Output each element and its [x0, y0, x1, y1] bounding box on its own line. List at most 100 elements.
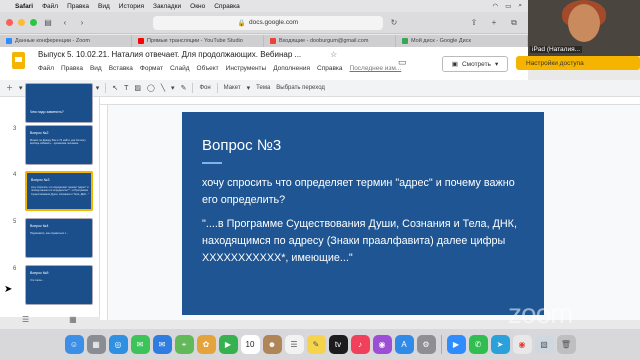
menu-view[interactable]: Вид — [98, 3, 110, 10]
photos-icon[interactable]: ✿ — [196, 335, 216, 354]
filmstrip-row[interactable]: 3 Вопрос №2 Можно ли Дэвиду Бок и 72 най… — [0, 125, 100, 169]
docs-menu-slide[interactable]: Слайд — [170, 65, 190, 72]
launchpad-icon[interactable]: ▦ — [86, 335, 106, 354]
select-cursor-icon[interactable]: ↖ — [112, 84, 118, 92]
wifi-icon[interactable]: ◠ — [493, 2, 499, 10]
tab-gmail[interactable]: Входящие - dooburgum@gmail.com — [264, 35, 396, 47]
shape-icon[interactable]: ◯ — [147, 84, 155, 92]
slides-logo-icon[interactable] — [12, 52, 25, 69]
reminders-icon[interactable]: ☰ — [284, 335, 304, 354]
music-icon[interactable]: ♪ — [350, 335, 370, 354]
tab-label: Входящие - dooburgum@gmail.com — [279, 38, 369, 44]
docs-menu-format[interactable]: Формат — [140, 65, 163, 72]
whatsapp-icon[interactable]: ✆ — [468, 335, 488, 354]
chevron-down-icon[interactable]: ▾ — [247, 84, 251, 92]
share-button[interactable]: Настройки доступа — [516, 56, 640, 70]
docs-menu-tools[interactable]: Инструменты — [226, 65, 267, 72]
battery-icon[interactable]: ▭ — [505, 2, 511, 10]
minimize-window-button[interactable] — [18, 19, 25, 26]
docs-menu-file[interactable]: Файл — [38, 65, 54, 72]
back-icon[interactable]: ‹ — [59, 18, 71, 27]
preview-icon[interactable]: ▧ — [534, 335, 554, 354]
background-button[interactable]: Фон — [199, 85, 210, 91]
slide-title[interactable]: Вопрос №3 — [202, 137, 281, 154]
theme-button[interactable]: Тема — [256, 85, 270, 91]
zoom-app-icon[interactable]: ▶ — [446, 335, 466, 354]
safari-icon[interactable]: ◎ — [108, 335, 128, 354]
slide-thumbnail[interactable]: Чем надо заменить? — [25, 83, 93, 123]
slide-question[interactable]: хочу спросить что определяет термин "адр… — [202, 175, 532, 209]
grid-view-icon[interactable]: ▦ — [69, 315, 77, 327]
filmstrip-row[interactable]: 6 Вопрос №5 Что такое... — [0, 265, 100, 309]
facetime-icon[interactable]: ▶ — [218, 335, 238, 354]
thumbnail-body: Можно ли Дэвиду Бок и 72 найти, как Ом м… — [30, 139, 86, 146]
menu-window[interactable]: Окно — [190, 3, 205, 10]
slide-thumbnail[interactable]: Вопрос №2 Можно ли Дэвиду Бок и 72 найти… — [25, 125, 93, 165]
calendar-day: 10 — [245, 340, 255, 349]
comment-icon[interactable]: ✎ — [181, 84, 187, 92]
app-store-icon[interactable]: A — [394, 335, 414, 354]
menu-file[interactable]: Файл — [42, 3, 58, 10]
reload-icon[interactable]: ↻ — [388, 18, 400, 27]
comments-icon[interactable]: ▭ — [398, 57, 407, 68]
notes-icon[interactable]: ✎ — [306, 335, 326, 354]
telegram-icon[interactable]: ➤ — [490, 335, 510, 354]
menu-app-name[interactable]: Safari — [15, 3, 33, 10]
menu-bookmarks[interactable]: Закладки — [153, 3, 181, 10]
close-window-button[interactable] — [6, 19, 13, 26]
slide-answer[interactable]: "....в Программе Существования Души, Соз… — [202, 216, 537, 267]
document-title[interactable]: Выпуск 5. 10.02.21. Наталия отвечает. Дл… — [38, 50, 328, 59]
docs-menu-edit[interactable]: Правка — [61, 65, 83, 72]
chevron-down-icon[interactable]: ▾ — [171, 84, 175, 92]
image-icon[interactable]: ▨ — [134, 84, 141, 92]
sidebar-toggle-icon[interactable]: ▤ — [42, 18, 54, 27]
address-bar[interactable]: 🔒 docs.google.com — [153, 15, 383, 30]
forward-icon[interactable]: › — [76, 18, 88, 27]
finder-icon[interactable]: ☺ — [64, 335, 84, 354]
menu-edit[interactable]: Правка — [67, 3, 89, 10]
tab-zoom[interactable]: Данные конференции - Zoom — [0, 35, 132, 47]
line-icon[interactable]: ╲ — [161, 84, 165, 92]
menu-history[interactable]: История — [119, 3, 144, 10]
filmstrip-row[interactable]: 5 Вопрос №4 Подскажите, как справиться с… — [0, 218, 100, 262]
docs-menu-help[interactable]: Справка — [317, 65, 343, 72]
slide-thumbnail[interactable]: Вопрос №5 Что такое... — [25, 265, 93, 305]
docs-menu-insert[interactable]: Вставка — [109, 65, 133, 72]
tv-icon[interactable]: tv — [328, 335, 348, 354]
filmstrip-row[interactable]: 4 Вопрос №3 хочу спросить что определяет… — [0, 171, 100, 215]
trash-icon[interactable]: 🗑 — [556, 335, 576, 354]
text-box-icon[interactable]: T — [124, 85, 128, 92]
contacts-icon[interactable]: ☻ — [262, 335, 282, 354]
docs-menu-view[interactable]: Вид — [90, 65, 102, 72]
mail-icon[interactable]: ✉ — [152, 335, 172, 354]
zoom-window-button[interactable] — [30, 19, 37, 26]
filmstrip-row[interactable]: Чем надо заменить? — [0, 83, 100, 127]
star-icon[interactable]: ☆ — [330, 50, 337, 59]
docs-menu-addons[interactable]: Дополнения — [273, 65, 310, 72]
chrome-icon[interactable]: ◉ — [512, 335, 532, 354]
docs-menu-object[interactable]: Объект — [197, 65, 219, 72]
tab-drive[interactable]: Мой диск - Google Диск — [396, 35, 528, 47]
slide-thumbnail[interactable]: Вопрос №4 Подскажите, как справиться с..… — [25, 218, 93, 258]
present-button[interactable]: ▣ Смотреть ▾ — [442, 56, 508, 72]
zoom-video-tile[interactable]: iPad (Наталия... — [528, 0, 640, 56]
share-icon[interactable]: ⇪ — [468, 18, 480, 28]
spotlight-icon[interactable]: ⌕ — [518, 2, 522, 10]
settings-icon[interactable]: ⚙ — [416, 335, 436, 354]
toolbar-divider — [216, 83, 218, 93]
list-view-icon[interactable]: ☰ — [22, 315, 29, 327]
menu-help[interactable]: Справка — [214, 3, 240, 10]
new-tab-icon[interactable]: + — [488, 18, 500, 28]
calendar-icon[interactable]: 10 — [240, 335, 260, 354]
messages-icon[interactable]: ✉ — [130, 335, 150, 354]
transition-button[interactable]: Выбрать переход — [276, 85, 325, 91]
last-edit-link[interactable]: Последнее изм... — [350, 65, 402, 72]
mouse-cursor-icon: ➤ — [4, 284, 13, 295]
maps-icon[interactable]: ⌖ — [174, 335, 194, 354]
current-slide[interactable]: Вопрос №3 хочу спросить что определяет т… — [182, 112, 544, 315]
layout-button[interactable]: Макет — [224, 85, 241, 91]
slide-thumbnail-selected[interactable]: Вопрос №3 хочу спросить что определяет т… — [25, 171, 93, 211]
tab-overview-icon[interactable]: ⧉ — [508, 18, 520, 28]
tab-youtube[interactable]: Прямые трансляции - YouTube Studio — [132, 35, 264, 47]
podcasts-icon[interactable]: ◉ — [372, 335, 392, 354]
